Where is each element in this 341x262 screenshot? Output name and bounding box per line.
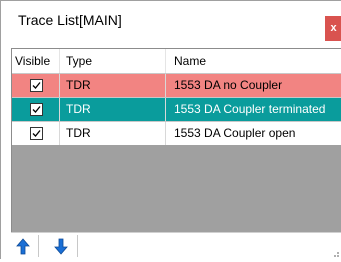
visible-cell: [12, 74, 60, 97]
trace-list-window: Trace List[MAIN] x Visible Type Name TDR…: [0, 0, 341, 259]
bottom-toolbar: [11, 232, 341, 259]
name-cell: 1553 DA Coupler terminated: [166, 98, 341, 121]
toolbar-separator: [38, 235, 39, 257]
trace-table: Visible Type Name TDR 1553 DA no Coupler: [11, 48, 341, 232]
arrow-down-icon: [54, 238, 68, 255]
move-down-button[interactable]: [51, 235, 71, 257]
column-header-visible[interactable]: Visible: [12, 49, 60, 73]
type-cell: TDR: [60, 98, 166, 121]
column-header-type[interactable]: Type: [60, 49, 166, 73]
resize-grip-icon[interactable]: [330, 248, 340, 258]
arrow-up-icon: [16, 238, 30, 255]
check-icon: [32, 130, 41, 137]
type-cell: TDR: [60, 74, 166, 97]
close-button[interactable]: x: [325, 16, 341, 41]
visible-cell: [12, 122, 60, 145]
table-header: Visible Type Name: [12, 49, 341, 73]
name-cell: 1553 DA no Coupler: [166, 74, 341, 97]
table-row[interactable]: TDR 1553 DA Coupler terminated: [12, 97, 341, 121]
visible-checkbox[interactable]: [30, 127, 43, 140]
visible-checkbox[interactable]: [30, 103, 43, 116]
toolbar-separator: [77, 235, 78, 257]
table-row[interactable]: TDR 1553 DA no Coupler: [12, 73, 341, 97]
visible-cell: [12, 98, 60, 121]
check-icon: [32, 82, 41, 89]
check-icon: [32, 106, 41, 113]
table-row[interactable]: TDR 1553 DA Coupler open: [12, 121, 341, 145]
name-cell: 1553 DA Coupler open: [166, 122, 341, 145]
visible-checkbox[interactable]: [30, 79, 43, 92]
move-up-button[interactable]: [13, 235, 33, 257]
column-header-name[interactable]: Name: [166, 49, 341, 73]
type-cell: TDR: [60, 122, 166, 145]
window-title: Trace List[MAIN]: [18, 12, 122, 28]
title-bar[interactable]: Trace List[MAIN] x: [1, 1, 341, 41]
